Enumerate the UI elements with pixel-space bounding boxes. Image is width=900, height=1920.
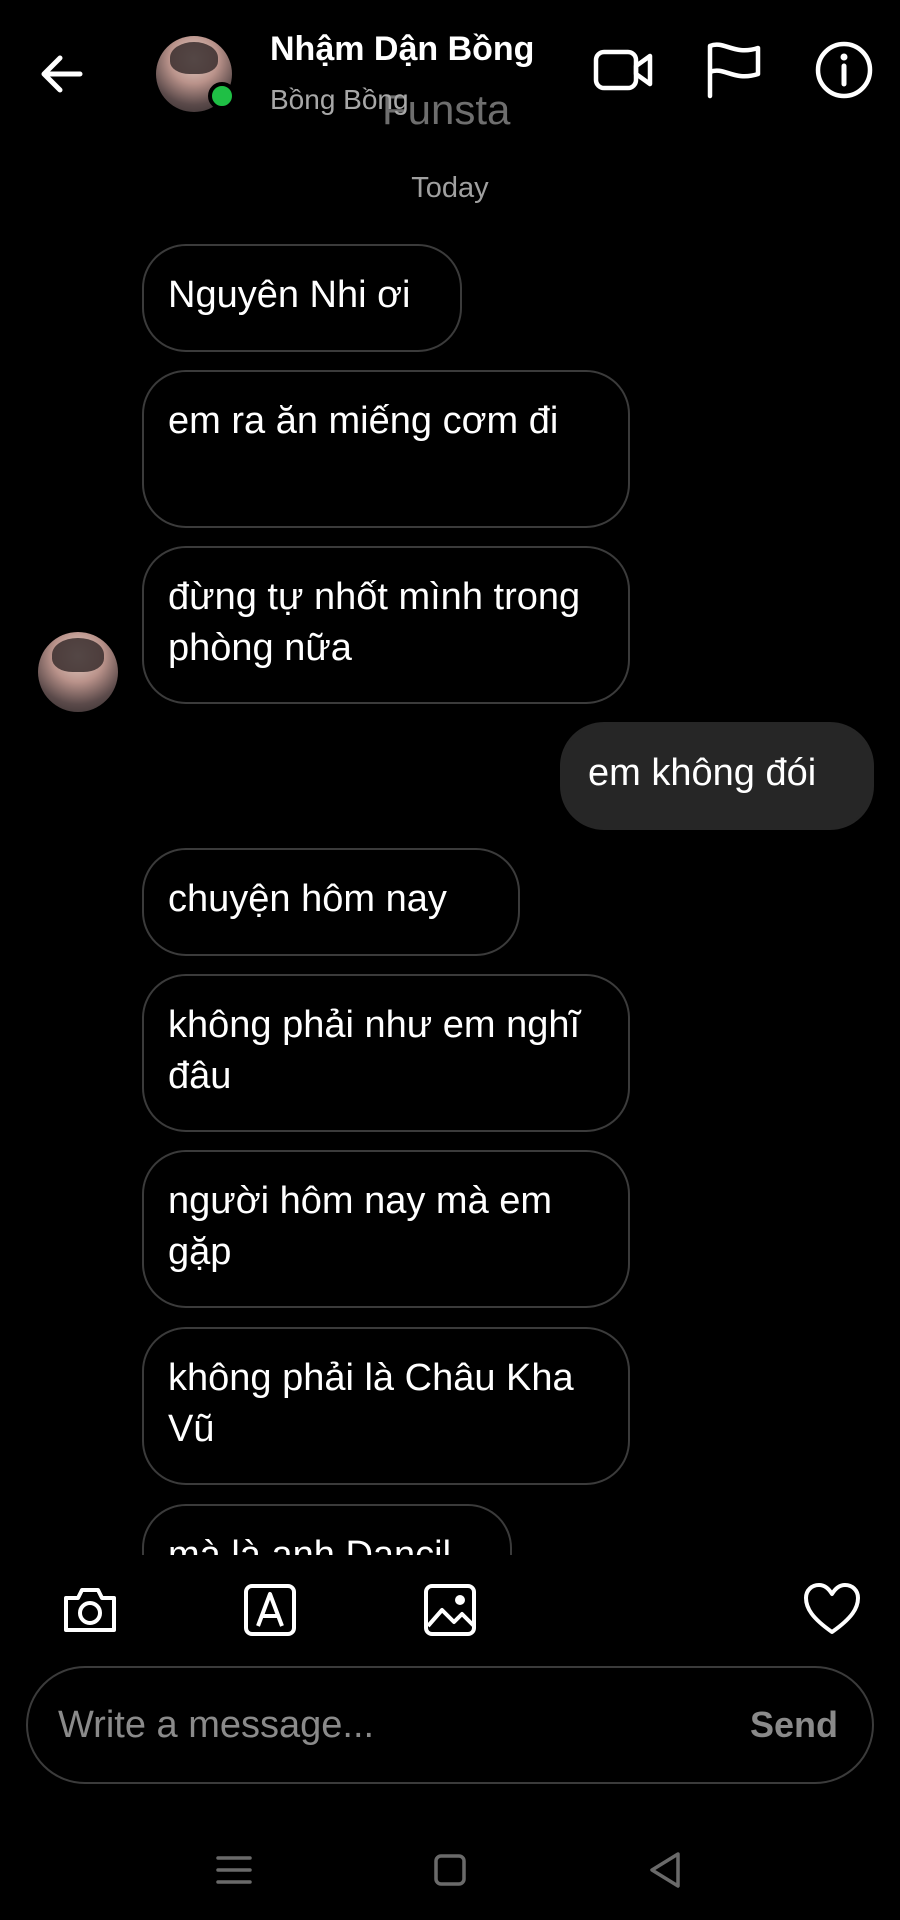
system-back-button[interactable] <box>638 1842 694 1898</box>
like-button[interactable] <box>802 1580 862 1640</box>
contact-username: Bồng Bồng <box>270 84 409 115</box>
profile-avatar[interactable] <box>156 36 236 112</box>
incoming-message[interactable]: không phải như em nghĩ đâu <box>142 974 630 1132</box>
message-composer: Send <box>26 1666 874 1784</box>
video-call-button[interactable] <box>590 38 658 102</box>
back-arrow-icon <box>41 55 83 93</box>
message-thread[interactable]: Today Nguyên Nhi ơi em ra ăn miếng cơm đ… <box>0 150 900 1555</box>
report-button[interactable] <box>700 38 768 102</box>
gallery-icon <box>424 1584 476 1636</box>
chat-header: Nhậm Dận Bồng Funsta Bồng Bồng <box>0 0 900 150</box>
incoming-message[interactable]: em ra ăn miếng cơm đi <box>142 370 630 528</box>
send-button[interactable]: Send <box>750 1704 838 1746</box>
dm-screen: Nhậm Dận Bồng Funsta Bồng Bồng Today Ngu… <box>0 0 900 1920</box>
composer-toolbar <box>0 1570 900 1650</box>
info-icon <box>815 41 873 99</box>
incoming-message[interactable]: đừng tự nhốt mình trong phòng nữa <box>142 546 630 704</box>
camera-button[interactable] <box>60 1580 120 1640</box>
system-navigation-bar <box>0 1820 900 1920</box>
online-status-dot <box>208 82 236 110</box>
message-input[interactable] <box>58 1668 718 1782</box>
avatar-image <box>38 632 118 712</box>
recent-apps-button[interactable] <box>206 1842 262 1898</box>
back-button[interactable] <box>34 46 90 102</box>
text-style-icon <box>244 1584 296 1636</box>
back-triangle-icon <box>650 1852 680 1888</box>
menu-icon <box>216 1856 252 1884</box>
sender-avatar[interactable] <box>38 632 118 712</box>
date-separator: Today <box>411 172 489 204</box>
incoming-message[interactable]: Nguyên Nhi ơi <box>142 244 462 352</box>
incoming-message[interactable]: không phải là Châu Kha Vũ <box>142 1327 630 1485</box>
heart-icon <box>804 1583 860 1634</box>
camera-icon <box>64 1588 116 1632</box>
video-call-icon <box>593 49 653 91</box>
incoming-message[interactable]: người hôm nay mà em gặp <box>142 1150 630 1308</box>
gallery-button[interactable] <box>420 1580 480 1640</box>
home-button[interactable] <box>422 1842 478 1898</box>
flag-icon <box>707 42 761 99</box>
incoming-message[interactable]: mà là anh Dancil <box>142 1504 512 1555</box>
home-icon <box>434 1854 466 1886</box>
text-style-button[interactable] <box>240 1580 300 1640</box>
incoming-message[interactable]: chuyện hôm nay <box>142 848 520 956</box>
contact-name[interactable]: Nhậm Dận Bồng <box>270 30 534 69</box>
outgoing-message[interactable]: em không đói <box>560 722 874 830</box>
info-button[interactable] <box>810 38 878 102</box>
